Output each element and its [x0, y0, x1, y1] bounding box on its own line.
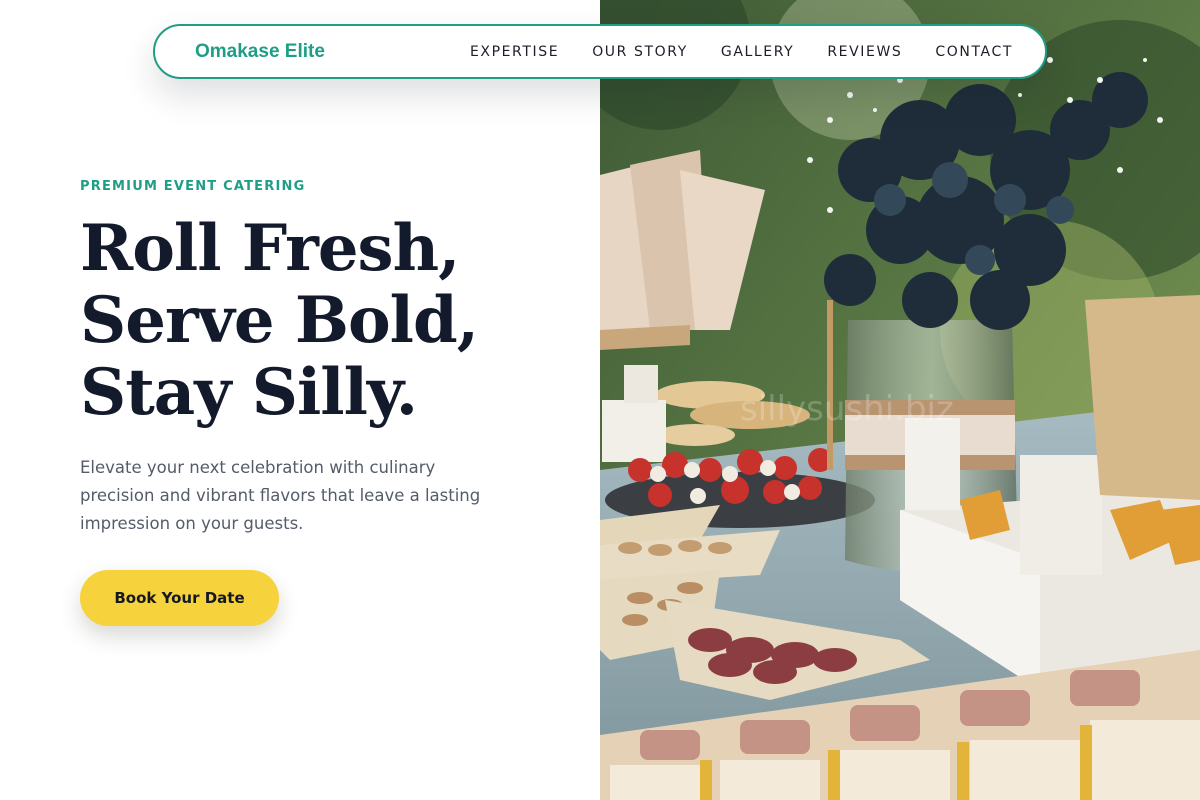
nav-link-reviews[interactable]: REVIEWS	[827, 44, 902, 60]
nav-link-gallery[interactable]: GALLERY	[721, 44, 794, 60]
nav-item-gallery: GALLERY	[721, 43, 794, 61]
nav-item-expertise: EXPERTISE	[470, 43, 559, 61]
hero-headline: Roll Fresh, Serve Bold, Stay Silly.	[80, 213, 560, 429]
nav-link-expertise[interactable]: EXPERTISE	[470, 44, 559, 60]
headline-line-3: Stay Silly.	[80, 355, 418, 430]
navbar: Omakase Elite EXPERTISE OUR STORY GALLER…	[153, 24, 1047, 79]
nav-item-reviews: REVIEWS	[827, 43, 902, 61]
hero-eyebrow: PREMIUM EVENT CATERING	[80, 179, 306, 194]
image-watermark: sillysushi.biz	[740, 389, 954, 429]
nav-item-our-story: OUR STORY	[592, 43, 688, 61]
hero-description: Elevate your next celebration with culin…	[80, 458, 481, 533]
headline-line-2: Serve Bold,	[80, 283, 479, 358]
hero-image: sillysushi.biz	[600, 0, 1200, 800]
headline-line-1: Roll Fresh,	[80, 211, 460, 286]
nav-link-our-story[interactable]: OUR STORY	[592, 44, 688, 60]
brand-logo-link[interactable]: Omakase Elite	[195, 41, 325, 63]
nav-link-contact[interactable]: CONTACT	[935, 44, 1013, 60]
nav-item-contact: CONTACT	[935, 43, 1013, 61]
book-your-date-button[interactable]: Book Your Date	[80, 570, 279, 626]
nav-menu: EXPERTISE OUR STORY GALLERY REVIEWS CONT…	[470, 43, 1013, 61]
